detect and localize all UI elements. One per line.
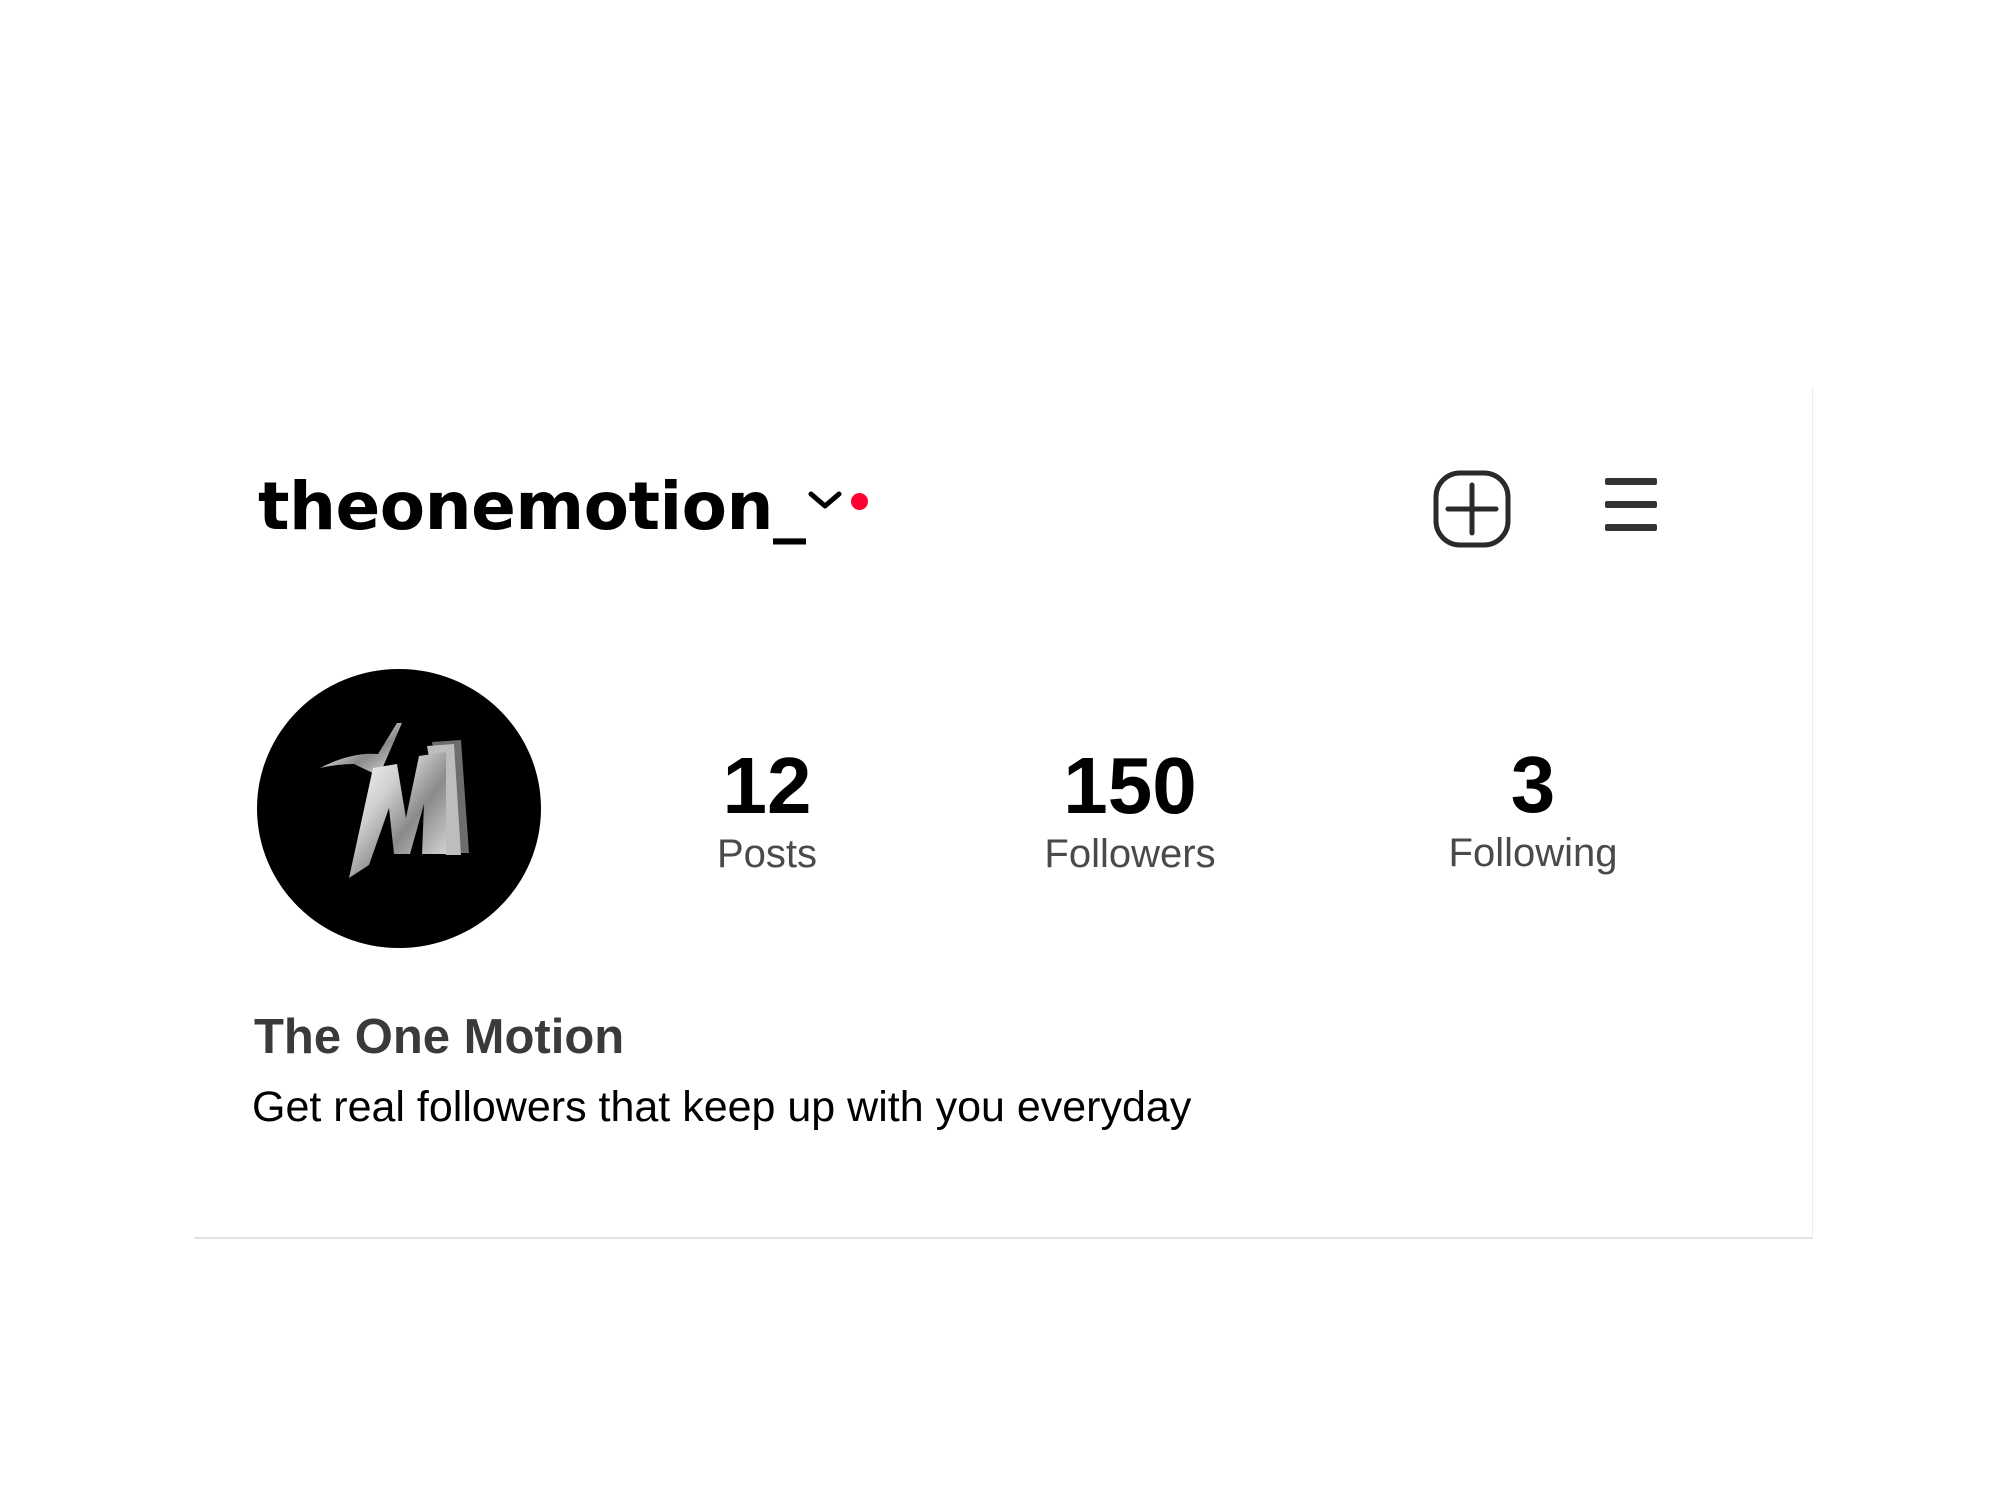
posts-count: 12 [722,741,812,830]
profile-bio: Get real followers that keep up with you… [252,1083,1192,1131]
hamburger-menu-icon[interactable] [1603,474,1659,536]
profile-card: theonemotion_ 12 Posts 150 Followers 3 F… [194,387,1813,1239]
profile-username[interactable]: theonemotion_ [258,467,806,547]
page: theonemotion_ 12 Posts 150 Followers 3 F… [0,0,2008,1498]
chevron-down-icon[interactable] [806,487,844,513]
followers-count: 150 [1063,741,1197,830]
add-square-icon[interactable] [1433,470,1511,548]
following-count: 3 [1510,740,1556,829]
followers-label: Followers [1044,832,1216,876]
profile-display-name: The One Motion [254,1010,625,1064]
following-stat[interactable]: 3 Following [1403,740,1663,878]
posts-stat[interactable]: 12 Posts [637,741,897,879]
followers-stat[interactable]: 150 Followers [1000,741,1260,879]
following-label: Following [1448,831,1618,875]
notification-dot [851,493,868,510]
posts-label: Posts [716,832,818,876]
profile-avatar[interactable] [256,668,542,949]
